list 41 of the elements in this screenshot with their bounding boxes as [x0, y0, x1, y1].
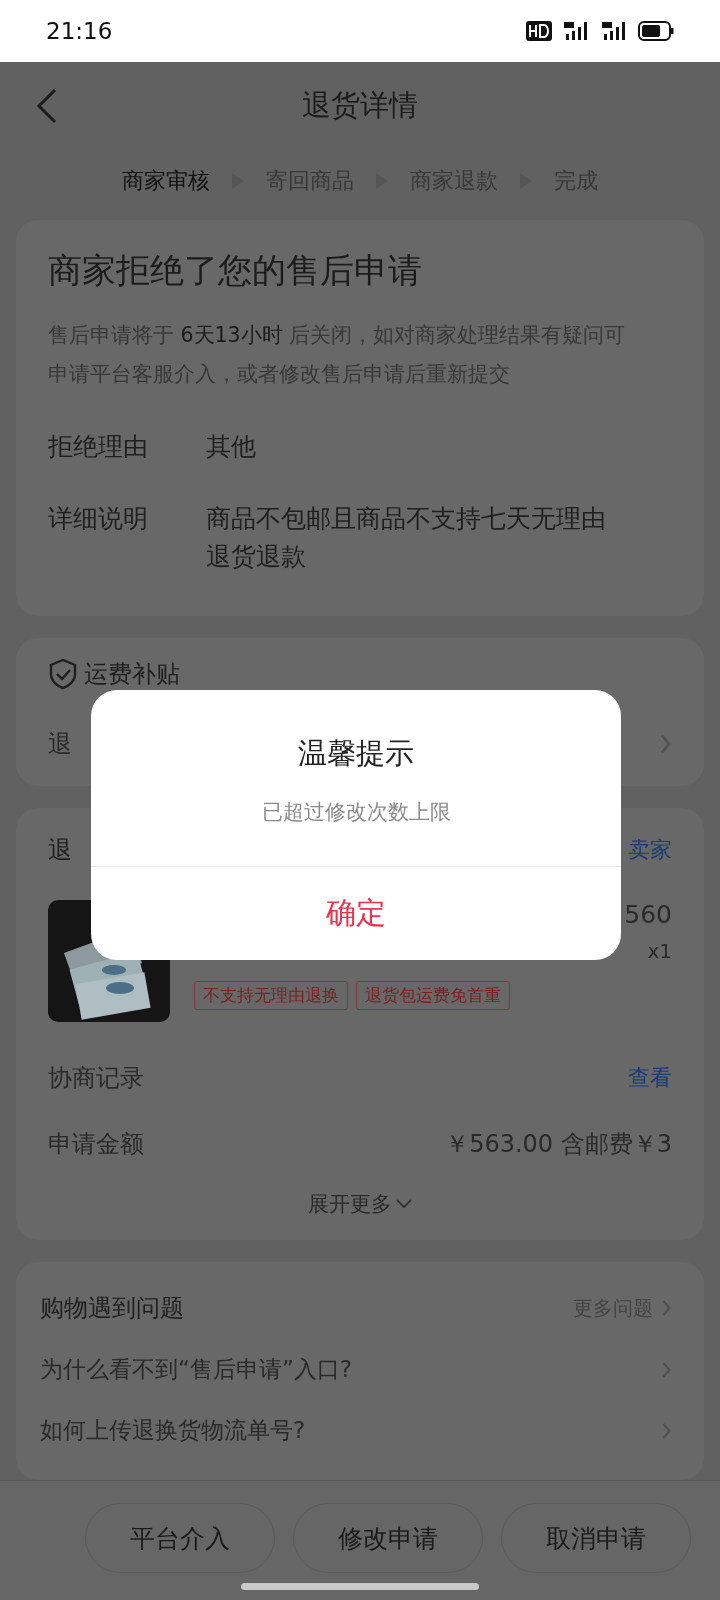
chevron-right-icon	[661, 1421, 672, 1440]
subsidy-title: 运费补贴	[84, 659, 180, 690]
chevron-right-icon	[661, 1360, 672, 1379]
shield-check-icon	[48, 658, 78, 690]
chevron-right-icon	[659, 733, 672, 755]
field-value: 其他	[206, 431, 257, 463]
action-button[interactable]: 取消申请	[501, 1503, 691, 1573]
subsidy-label: 退	[48, 729, 72, 760]
page-title: 退货详情	[302, 87, 418, 124]
expand-more-link[interactable]: 展开更多	[308, 1190, 392, 1218]
field-label: 拒绝理由	[48, 431, 149, 463]
info-value: ￥563.00 含邮费￥3	[445, 1129, 672, 1160]
product-tag: 不支持无理由退换	[194, 981, 348, 1010]
info-label: 申请金额	[48, 1129, 144, 1160]
action-button[interactable]: 修改申请	[293, 1503, 483, 1573]
signal-icon	[562, 20, 590, 42]
product-tag: 退货包运费免首重	[356, 981, 510, 1010]
status-title: 商家拒绝了您的售后申请	[48, 249, 423, 292]
progress-step: 商家审核	[122, 166, 210, 196]
info-label: 协商记录	[48, 1063, 144, 1094]
field-label: 详细说明	[48, 503, 149, 535]
dialog-title: 温馨提示	[298, 735, 414, 772]
help-title: 购物遇到问题	[40, 1293, 184, 1324]
section-title: 退	[48, 835, 72, 866]
signal-icon	[600, 20, 628, 42]
field-value: 商品不包邮且商品不支持七天无理由退货退款	[206, 503, 607, 573]
chevron-right-icon	[661, 1299, 672, 1317]
hd-icon	[526, 21, 552, 41]
contact-seller-link[interactable]: 卖家	[628, 835, 672, 865]
back-icon[interactable]	[36, 88, 58, 124]
view-link[interactable]: 查看	[628, 1063, 672, 1093]
chevron-down-icon	[396, 1199, 412, 1209]
product-price: 560	[624, 900, 672, 929]
confirm-button[interactable]: 确定	[91, 866, 621, 960]
status-time: 21:16	[46, 18, 113, 44]
product-quantity: x1	[647, 939, 672, 963]
action-button[interactable]: 平台介入	[85, 1503, 275, 1573]
help-question[interactable]: 如何上传退换货物流单号?	[40, 1415, 306, 1446]
dialog-message: 已超过修改次数上限	[261, 799, 451, 826]
battery-icon	[638, 21, 674, 41]
help-question[interactable]: 为什么看不到“售后申请”入口?	[40, 1354, 353, 1385]
